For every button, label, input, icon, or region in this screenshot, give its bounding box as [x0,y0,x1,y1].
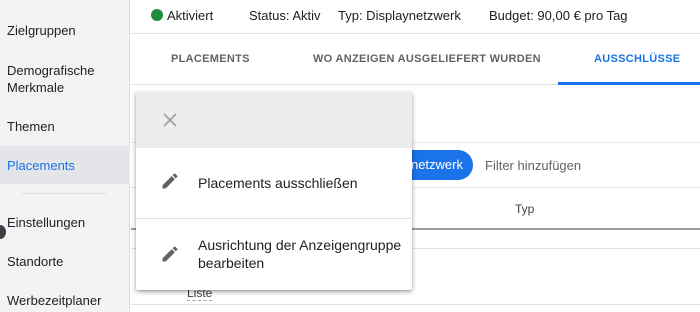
tab-wo-anzeigen-ausgeliefert[interactable]: WO ANZEIGEN AUSGELIEFERT WURDEN [313,53,541,65]
pencil-icon [162,246,178,262]
tab-bar: PLACEMENTS WO ANZEIGEN AUSGELIEFERT WURD… [131,35,700,85]
sidebar-item-werbezeitplaner[interactable]: Werbezeitplaner [0,292,130,312]
add-filter-button[interactable]: Filter hinzufügen [485,158,581,173]
status-text: Status: Aktiv [249,8,321,23]
sidebar-divider [22,193,106,194]
menu-header [136,92,412,148]
sidebar-nav: Zielgruppen Demografische Merkmale Theme… [0,0,130,312]
row-divider [131,304,700,305]
campaign-status-bar: Aktiviert Status: Aktiv Typ: Displaynetz… [131,0,700,34]
menu-item-label: Placements ausschließen [198,175,358,191]
sidebar-item-zielgruppen[interactable]: Zielgruppen [0,22,130,42]
sidebar-item-einstellungen[interactable]: Einstellungen [0,214,130,234]
edit-menu: Placements ausschließen Ausrichtung der … [136,92,412,290]
status-dot-icon [151,9,163,21]
sidebar-item-themen[interactable]: Themen [0,118,130,138]
menu-item-ausrichtung-bearbeiten[interactable]: Ausrichtung der Anzeigengruppe bearbeite… [136,220,412,290]
menu-item-placements-ausschliessen[interactable]: Placements ausschließen [136,148,412,219]
app-root: Zielgruppen Demografische Merkmale Theme… [0,0,700,312]
menu-item-label: Ausrichtung der Anzeigengruppe bearbeite… [198,237,402,271]
campaign-type: Typ: Displaynetzwerk [338,8,461,23]
active-tab-indicator [558,82,700,85]
close-icon[interactable] [160,110,180,130]
sidebar-item-placements[interactable]: Placements [0,146,130,184]
tab-ausschluesse[interactable]: AUSSCHLÜSSE [594,53,680,65]
campaign-budget[interactable]: Budget: 90,00 € pro Tag [489,8,628,23]
sidebar-item-demografische-merkmale[interactable]: Demografische Merkmale [0,62,125,98]
tab-placements[interactable]: PLACEMENTS [171,53,250,65]
pencil-icon [162,173,178,189]
sidebar-item-standorte[interactable]: Standorte [0,253,130,273]
column-header-typ[interactable]: Typ [515,202,534,216]
status-state[interactable]: Aktiviert [167,8,213,23]
